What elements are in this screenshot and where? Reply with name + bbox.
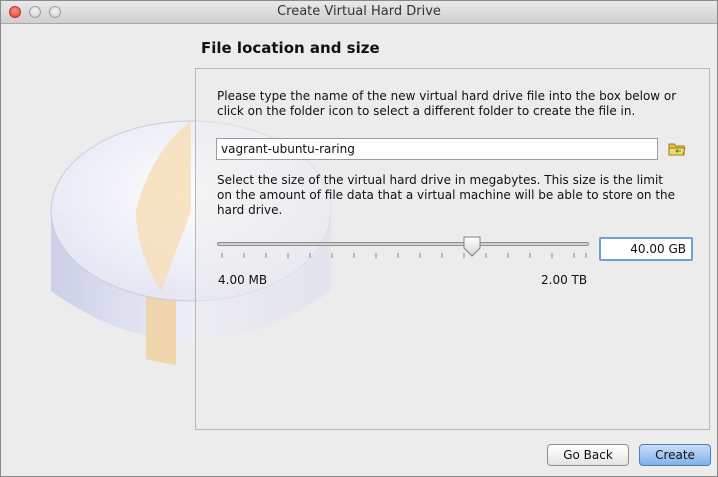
go-back-button[interactable]: Go Back <box>547 444 629 466</box>
size-instructions: Select the size of the virtual hard driv… <box>217 173 676 217</box>
dialog-window: Create Virtual Hard Drive File location … <box>0 0 718 477</box>
size-slider-thumb[interactable] <box>462 236 482 258</box>
window-title: Create Virtual Hard Drive <box>277 4 441 19</box>
title-bar: Create Virtual Hard Drive <box>1 1 717 24</box>
size-value-input[interactable] <box>599 237 693 261</box>
location-instructions: Please type the name of the new virtual … <box>217 89 677 118</box>
section-title: File location and size <box>201 39 380 57</box>
size-max-label: 2.00 TB <box>541 273 588 287</box>
size-min-label: 4.00 MB <box>218 273 268 287</box>
file-name-input[interactable] <box>216 138 658 160</box>
size-slider-ticks <box>221 253 587 258</box>
size-slider-track[interactable] <box>217 242 589 246</box>
create-button[interactable]: Create <box>639 444 711 466</box>
choose-folder-button[interactable] <box>666 139 688 159</box>
folder-icon <box>668 143 686 156</box>
